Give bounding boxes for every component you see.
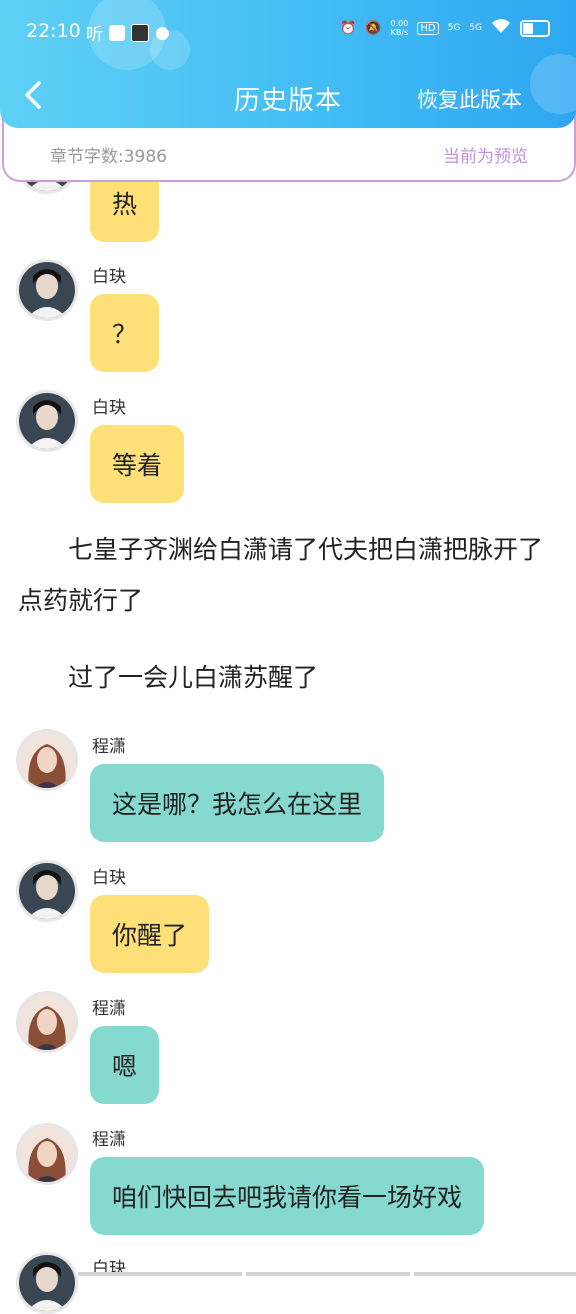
- battery-icon: [520, 19, 550, 37]
- message-bubble[interactable]: 嗯: [90, 1026, 160, 1104]
- avatar-baijue[interactable]: [16, 390, 78, 452]
- message-bubble[interactable]: 咱们快回去吧我请你看一场好戏: [90, 1157, 485, 1235]
- nav-bar: 历史版本 恢复此版本: [0, 64, 576, 128]
- chat-content[interactable]: 热 白玦 ？ 白玦 等着 七皇子齐渊给白潇请了代夫把白潇把脉开了点药就行了 过了…: [0, 0, 576, 1314]
- net-speed: 0.00 KB/s: [390, 19, 409, 37]
- narration-text: 七皇子齐渊给白潇请了代夫把白潇把脉开了点药就行了: [18, 535, 544, 615]
- word-count: 章节字数:3986: [50, 147, 167, 167]
- message-bubble[interactable]: ？: [90, 294, 160, 372]
- hd-badge: HD: [417, 21, 439, 35]
- avatar-chengxiao[interactable]: [16, 991, 78, 1053]
- status-time: 22:10: [26, 20, 81, 42]
- avatar-baijue[interactable]: [16, 259, 78, 321]
- speaker-name: 白玦: [92, 398, 126, 418]
- restore-version-button[interactable]: 恢复此版本: [417, 84, 522, 114]
- speaker-name: 程潇: [92, 1130, 126, 1150]
- wifi-icon: [491, 18, 511, 38]
- speaker-name: 白玦: [92, 267, 126, 287]
- speaker-name: 白玦: [92, 868, 126, 888]
- header: 22:10 听 ● ⏰ 🔕 0.00 KB/s HD 5G 5G 历史版本 恢复…: [0, 0, 576, 128]
- listen-app-icon: 听: [86, 25, 103, 45]
- preview-status: 当前为预览: [443, 147, 528, 167]
- signal-5g-icon: 5G: [469, 23, 482, 33]
- avatar-baijue[interactable]: [16, 860, 78, 922]
- avatar-baijue[interactable]: [16, 1252, 78, 1314]
- app-notification-icon: [131, 23, 149, 42]
- alarm-icon: ⏰: [340, 20, 357, 36]
- app-notification-icon: [109, 24, 125, 41]
- avatar-chengxiao[interactable]: [16, 1123, 78, 1185]
- status-bar: 22:10 听 ● ⏰ 🔕 0.00 KB/s HD 5G 5G: [0, 0, 576, 60]
- message-bubble[interactable]: 这是哪？我怎么在这里: [90, 764, 385, 842]
- narration-text: 过了一会儿白潇苏醒了: [68, 663, 319, 692]
- message-bubble[interactable]: 等着: [90, 425, 185, 503]
- bubble-edge: [78, 1272, 576, 1280]
- chat-bubble-icon: ●: [155, 22, 170, 43]
- message-bubble[interactable]: 你醒了: [90, 895, 210, 973]
- mute-icon: 🔕: [365, 20, 382, 36]
- speaker-name: 程潇: [92, 737, 126, 757]
- speaker-name: 程潇: [92, 999, 126, 1019]
- avatar-chengxiao[interactable]: [16, 729, 78, 791]
- signal-5g-icon: 5G: [447, 23, 461, 33]
